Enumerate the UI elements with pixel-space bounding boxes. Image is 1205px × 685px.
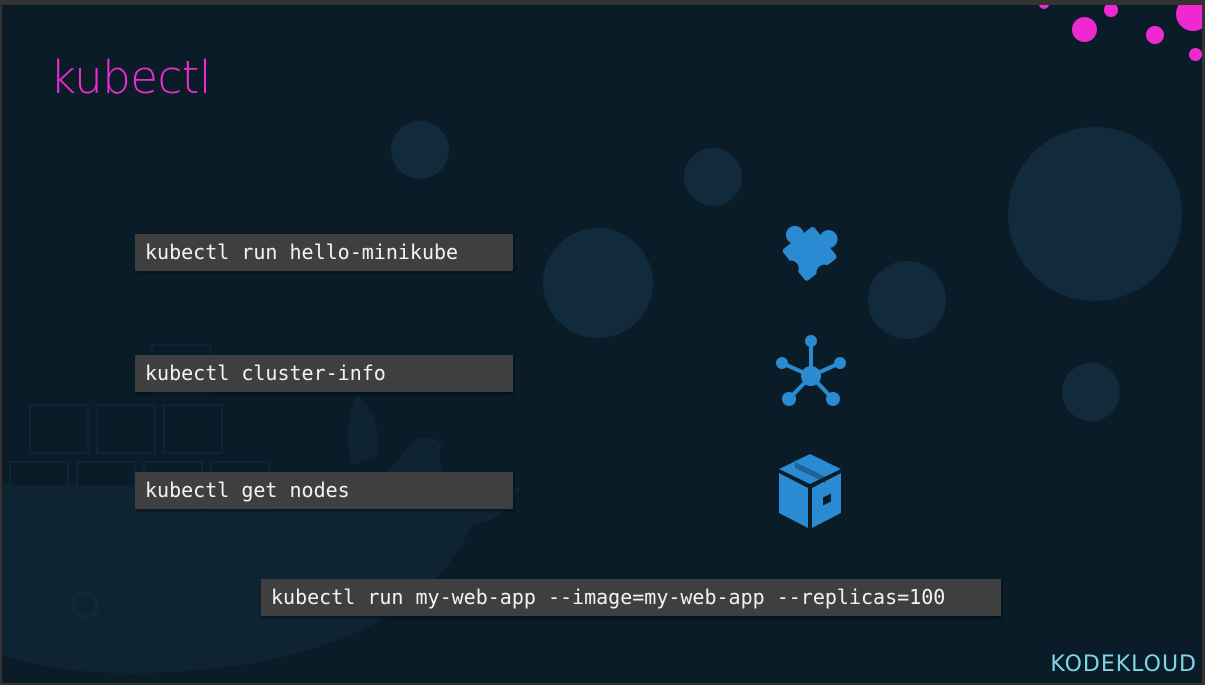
decor-dot (1072, 17, 1097, 42)
command-cluster-info: kubectl cluster-info (135, 355, 513, 392)
background-bubble (543, 228, 653, 338)
network-hub-icon (776, 335, 846, 406)
slide: kubectl kubectl run hello-minikube kubec… (2, 5, 1202, 683)
background-bubble (1062, 363, 1120, 421)
decor-dot (1176, 5, 1202, 31)
command-run-my-web-app: kubectl run my-web-app --image=my-web-ap… (261, 579, 1001, 616)
page-title: kubectl (50, 51, 211, 104)
background-bubble (868, 261, 946, 339)
decor-dot (1104, 5, 1118, 17)
background-bubble (684, 148, 742, 206)
background-bubble (1008, 127, 1182, 301)
background-bubble (391, 121, 449, 179)
box-icon (779, 454, 841, 528)
decor-dot (1146, 26, 1164, 44)
command-get-nodes: kubectl get nodes (135, 472, 513, 509)
kodekloud-logo: KODEKLOUD (1050, 652, 1197, 677)
puzzle-piece-icon (782, 225, 838, 281)
decor-dot (1189, 48, 1202, 61)
command-run-hello-minikube: kubectl run hello-minikube (135, 234, 513, 271)
decor-dot (1039, 5, 1049, 9)
